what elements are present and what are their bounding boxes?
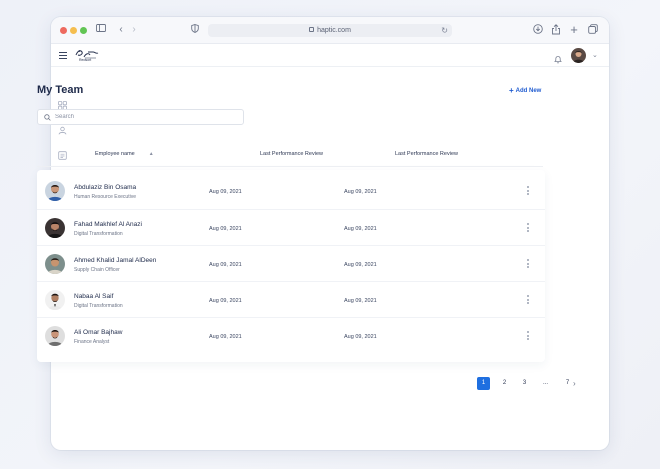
column-header-last-review-2[interactable]: Last Performance Review: [395, 151, 458, 157]
add-new-label: Add New: [515, 88, 542, 94]
minimize-window-button[interactable]: [70, 27, 77, 34]
menu-icon[interactable]: [59, 52, 67, 59]
logo-text: Redsort: [79, 58, 92, 62]
header-divider: [37, 166, 543, 167]
download-icon[interactable]: [532, 24, 544, 36]
review-date: Aug 09, 2021: [344, 298, 377, 304]
avatar: [45, 181, 65, 201]
page-button-3[interactable]: 3: [518, 377, 531, 390]
user-avatar[interactable]: [571, 48, 586, 63]
chevron-down-icon[interactable]: ⌄: [592, 51, 598, 59]
tabs-overview-icon[interactable]: [587, 24, 599, 36]
review-date: Aug 09, 2021: [209, 262, 242, 268]
review-date: Aug 09, 2021: [344, 262, 377, 268]
employee-name[interactable]: Fahad Makhlef Al Anazi: [74, 221, 142, 228]
avatar: [45, 290, 65, 310]
search-input[interactable]: [55, 111, 235, 123]
avatar: [45, 326, 65, 346]
review-date: Aug 09, 2021: [209, 334, 242, 340]
more-options-icon[interactable]: [527, 259, 530, 271]
employee-role: Finance Analyst: [74, 339, 110, 345]
more-options-icon[interactable]: [527, 295, 530, 307]
employee-role: Human Resource Executive: [74, 194, 136, 200]
employee-role: Digital Transformation: [74, 303, 123, 309]
maximize-window-button[interactable]: [80, 27, 87, 34]
more-options-icon[interactable]: [527, 331, 530, 343]
search-box[interactable]: [37, 109, 244, 125]
review-date: Aug 09, 2021: [344, 226, 377, 232]
sidebar-toggle-icon[interactable]: [95, 24, 107, 36]
page-ellipsis: ...: [542, 380, 548, 386]
plus-icon: +: [509, 86, 514, 95]
address-bar[interactable]: haptic.com ↻: [208, 24, 452, 37]
browser-toolbar: ‹ › haptic.com ↻ +: [51, 17, 609, 44]
shield-icon[interactable]: [189, 24, 201, 36]
forward-icon[interactable]: ›: [128, 24, 140, 36]
url-text: haptic.com: [317, 27, 351, 34]
table-row[interactable]: Ali Omar Bajhaw Finance Analyst Aug 09, …: [37, 317, 545, 352]
page-title: My Team: [37, 84, 84, 96]
sidebar-item-dashboard[interactable]: [58, 97, 67, 110]
column-header-last-review-1[interactable]: Last Performance Review: [260, 151, 323, 157]
back-icon[interactable]: ‹: [115, 24, 127, 36]
review-date: Aug 09, 2021: [209, 189, 242, 195]
avatar: [45, 254, 65, 274]
new-tab-icon[interactable]: +: [568, 23, 580, 36]
close-window-button[interactable]: [60, 27, 67, 34]
employee-name[interactable]: Abdulaziz Bin Osama: [74, 184, 136, 191]
employee-name[interactable]: Nabaa Al Saif: [74, 293, 113, 300]
sidebar-item-reports[interactable]: [58, 147, 67, 160]
review-date: Aug 09, 2021: [209, 226, 242, 232]
user-icon: [58, 126, 67, 135]
table-row[interactable]: Ahmed Khalid Jamal AlDeen Supply Chain O…: [37, 245, 545, 280]
document-icon: [58, 151, 67, 160]
page-button-2[interactable]: 2: [498, 377, 511, 390]
more-options-icon[interactable]: [527, 186, 530, 198]
employee-role: Digital Transformation: [74, 231, 123, 237]
review-date: Aug 09, 2021: [209, 298, 242, 304]
review-date: Aug 09, 2021: [344, 334, 377, 340]
team-table: Abdulaziz Bin Osama Human Resource Execu…: [37, 170, 545, 362]
column-header-employee-name[interactable]: Employee name ▲: [95, 151, 154, 157]
app-header: Redsort ⌄: [51, 44, 609, 67]
employee-role: Supply Chain Officer: [74, 267, 120, 273]
reload-icon[interactable]: ↻: [441, 24, 448, 37]
next-page-icon[interactable]: ›: [573, 377, 576, 390]
notification-bell-icon[interactable]: [554, 51, 562, 64]
sort-arrow-icon[interactable]: ▲: [149, 151, 154, 157]
avatar: [45, 218, 65, 238]
add-new-button[interactable]: + Add New: [509, 86, 541, 95]
review-date: Aug 09, 2021: [344, 189, 377, 195]
more-options-icon[interactable]: [527, 223, 530, 235]
employee-name[interactable]: Ahmed Khalid Jamal AlDeen: [74, 257, 156, 264]
page-button-1[interactable]: 1: [477, 377, 490, 390]
employee-name[interactable]: Ali Omar Bajhaw: [74, 329, 122, 336]
table-row[interactable]: Nabaa Al Saif Digital Transformation Aug…: [37, 281, 545, 316]
search-icon: [44, 114, 51, 121]
table-row[interactable]: Abdulaziz Bin Osama Human Resource Execu…: [37, 173, 545, 208]
share-icon[interactable]: [550, 24, 562, 36]
table-row[interactable]: Fahad Makhlef Al Anazi Digital Transform…: [37, 209, 545, 244]
lock-icon: [309, 27, 315, 32]
